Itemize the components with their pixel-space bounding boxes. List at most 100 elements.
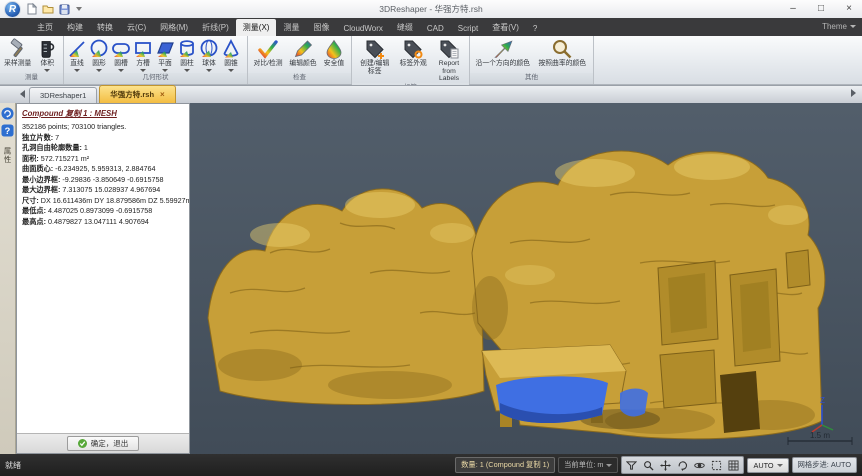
- pan-icon: [660, 460, 671, 471]
- tab-cloud[interactable]: 云(C): [120, 19, 153, 36]
- compare-inspect-button[interactable]: 对比/检测: [250, 37, 286, 68]
- minimize-button[interactable]: –: [786, 0, 800, 17]
- help-icon[interactable]: ?: [1, 124, 14, 137]
- close-icon[interactable]: ×: [160, 90, 165, 99]
- properties-panel: Compound 复制 1 : MESH 352186 points; 7031…: [16, 103, 190, 454]
- theme-dropdown[interactable]: Theme: [822, 22, 856, 31]
- orbit-button[interactable]: [692, 458, 707, 472]
- chevron-down-icon: [184, 69, 190, 72]
- tab-view[interactable]: 查看(V): [485, 19, 526, 36]
- confirm-exit-button[interactable]: 确定，退出: [67, 436, 140, 451]
- shape-circle-button[interactable]: 圆形: [88, 37, 110, 72]
- droplet-icon: [323, 38, 345, 60]
- status-bar: 就绪 数量: 1 (Compound 复制 1) 当前单位: m AUTO 网格…: [0, 454, 862, 476]
- ribbon-group-measure: 采样测量 体积 测量: [0, 36, 64, 84]
- svg-text:?: ?: [5, 126, 11, 136]
- document-tab-strip: 3DReshaper1 华强方特.rsh ×: [0, 85, 862, 103]
- orbit-icon: [694, 460, 705, 471]
- rectangle-icon: [132, 38, 154, 60]
- doctab-scroll-right-icon[interactable]: [851, 89, 856, 97]
- property-line: 最低点: 4.487025 0.8973099 -0.6915758: [22, 206, 184, 217]
- tag-plus-icon: [364, 38, 386, 60]
- maximize-button[interactable]: □: [814, 0, 828, 17]
- pencil-icon: [292, 38, 314, 60]
- shape-line-button[interactable]: 直线: [66, 37, 88, 72]
- tab-polyline[interactable]: 折线(P): [195, 19, 236, 36]
- tab-measure-active[interactable]: 测量(X): [236, 19, 277, 36]
- tab-sew[interactable]: 缝缀: [390, 19, 420, 36]
- rainbow-arrow-icon: [492, 38, 514, 60]
- create-edit-label-button[interactable]: 创建/编辑标签: [354, 37, 395, 75]
- grid-icon: [728, 460, 739, 471]
- ribbon-group-shapes: 直线 圆形 圆槽 方槽: [64, 36, 248, 84]
- shape-slot-button[interactable]: 圆槽: [110, 37, 132, 72]
- doc-tab-huaqiang-active[interactable]: 华强方特.rsh ×: [99, 85, 175, 103]
- zoom-button[interactable]: [641, 458, 656, 472]
- volume-button[interactable]: 体积: [33, 37, 61, 72]
- tab-construct[interactable]: 构建: [60, 19, 90, 36]
- shape-sphere-button[interactable]: 球体: [198, 37, 220, 72]
- property-line: 最小边界框: -9.29836 -3.850649 -0.6915758: [22, 175, 184, 186]
- tab-help[interactable]: ?: [526, 21, 544, 36]
- edit-colors-button[interactable]: 编辑颜色: [286, 37, 320, 68]
- curvature-color-button[interactable]: 按照曲率的颜色: [533, 37, 591, 68]
- close-button[interactable]: ×: [842, 0, 856, 17]
- selection-rect-icon: [711, 460, 722, 471]
- refresh-icon[interactable]: [1, 107, 14, 120]
- ribbon-group-inspect: 对比/检测 编辑颜色 安全值 检查: [248, 36, 352, 84]
- property-line: 面积: 572.715271 m²: [22, 154, 184, 165]
- tag-report-icon: [438, 38, 460, 60]
- ribbon-tab-strip: 主页 构建 转换 云(C) 网格(M) 折线(P) 测量(X) 测量 图像 Cl…: [0, 18, 862, 36]
- tab-home[interactable]: 主页: [30, 19, 60, 36]
- property-line: 独立片数: 7: [22, 133, 184, 144]
- grid-button[interactable]: [726, 458, 741, 472]
- shape-plane-button[interactable]: 平面: [154, 37, 176, 72]
- shape-cylinder-button[interactable]: 圆柱: [176, 37, 198, 72]
- chevron-down-icon: [777, 464, 783, 467]
- window-title: 3DReshaper - 华强方特.rsh: [0, 3, 862, 15]
- tab-mesh[interactable]: 网格(M): [153, 19, 195, 36]
- chevron-down-icon: [74, 69, 80, 72]
- ribbon: 采样测量 体积 测量 直线: [0, 36, 862, 85]
- 3d-mesh-rendering[interactable]: Z 1.5 m: [190, 103, 862, 454]
- tab-script[interactable]: Script: [451, 21, 485, 36]
- sphere-icon: [198, 38, 220, 60]
- filter-button[interactable]: [624, 458, 639, 472]
- unit-dropdown[interactable]: 当前单位: m: [558, 457, 618, 473]
- doc-tab-label: 华强方特.rsh: [110, 89, 154, 100]
- line-icon: [66, 38, 88, 60]
- property-line: 352186 points; 703100 triangles.: [22, 122, 184, 133]
- tab-cad[interactable]: CAD: [420, 21, 451, 36]
- chevron-down-icon: [228, 69, 234, 72]
- properties-tab[interactable]: 属性: [2, 147, 13, 164]
- ready-status: 就绪: [5, 460, 21, 471]
- shape-rectslot-button[interactable]: 方槽: [132, 37, 154, 72]
- application-window: R 3DReshaper - 华强方特.rsh – □ × 主页 构建 转换 云…: [0, 0, 862, 476]
- chevron-down-icon: [206, 69, 212, 72]
- doc-tab-untitled[interactable]: 3DReshaper1: [29, 87, 97, 103]
- ribbon-empty-space: [594, 36, 862, 84]
- safety-value-button[interactable]: 安全值: [320, 37, 348, 68]
- tab-survey[interactable]: 测量: [276, 19, 306, 36]
- svg-text:1.5 m: 1.5 m: [810, 431, 830, 440]
- selection-count: 数量: 1 (Compound 复制 1): [455, 457, 555, 473]
- tab-cloudworx[interactable]: CloudWorx: [336, 21, 389, 36]
- mesh-properties: Compound 复制 1 : MESH 352186 points; 7031…: [17, 104, 189, 433]
- sample-measure-button[interactable]: 采样测量: [2, 37, 33, 68]
- report-from-labels-button[interactable]: Report from Labels: [431, 37, 467, 83]
- chevron-down-icon: [162, 69, 168, 72]
- rotate-button[interactable]: [675, 458, 690, 472]
- select-rect-button[interactable]: [709, 458, 724, 472]
- pan-button[interactable]: [658, 458, 673, 472]
- doctab-scroll-left-icon[interactable]: [20, 90, 25, 98]
- 3d-viewport[interactable]: Z 1.5 m: [190, 103, 862, 454]
- tab-image[interactable]: 图像: [306, 19, 336, 36]
- plane-icon: [154, 38, 176, 60]
- label-appearance-button[interactable]: 标签外观: [395, 37, 431, 68]
- shape-cone-button[interactable]: 圆锥: [220, 37, 242, 72]
- color-along-direction-button[interactable]: 沿一个方向的颜色: [472, 37, 533, 68]
- app-logo[interactable]: R: [4, 1, 21, 18]
- tab-transform[interactable]: 转换: [90, 19, 120, 36]
- auto-dropdown[interactable]: AUTO: [747, 458, 788, 473]
- svg-text:Z: Z: [820, 396, 825, 405]
